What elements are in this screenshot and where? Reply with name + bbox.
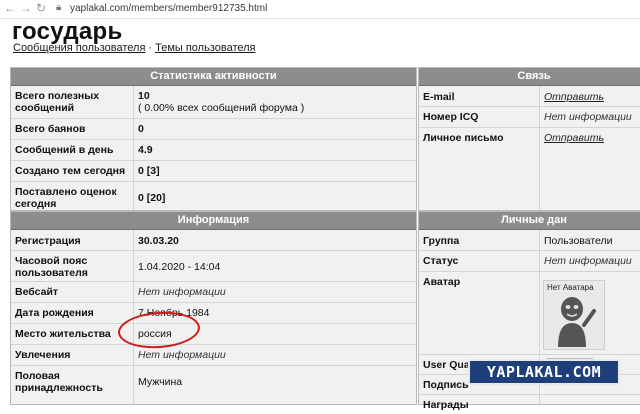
stat-value: 0 [138, 123, 144, 135]
stat-value: 10 [138, 90, 150, 102]
stat-row: Всего полезных сообщений 10 ( 0.00% всех… [11, 86, 416, 119]
avatar: Нет Аватара [543, 280, 605, 350]
user-posts-link[interactable]: Сообщения пользователя [13, 42, 145, 54]
stat-label: Создано тем сегодня [15, 165, 126, 177]
arrow-left-icon[interactable]: ← [4, 1, 16, 15]
user-links: Сообщения пользователя · Темы пользователя [13, 42, 256, 54]
info-panel: Информация Регистрация 30.03.20 Часовой … [10, 211, 417, 405]
stats-panel-title: Статистика активности [11, 68, 416, 86]
user-topics-link[interactable]: Темы пользователя [155, 42, 255, 54]
info-value: Нет информации [138, 286, 226, 298]
reload-icon[interactable]: ↻ [36, 1, 46, 15]
contact-label: Личное письмо [423, 132, 504, 144]
info-row: Дата рождения 7 Ноябрь 1984 [11, 303, 416, 324]
info-row: Регистрация 30.03.20 [11, 230, 416, 251]
personal-row: Награды [419, 395, 640, 414]
stat-value: 4.9 [138, 144, 153, 156]
info-value: Нет информации [138, 349, 226, 361]
info-row: Место жительства россия [11, 324, 416, 345]
info-value: 1.04.2020 - 14:04 [138, 261, 221, 273]
personal-row: Группа Пользователи [419, 230, 640, 251]
link-separator: · [148, 42, 153, 54]
contact-row: E-mail Отправить [419, 86, 640, 107]
contact-value: Нет информации [544, 111, 632, 123]
personal-label: Группа [423, 235, 460, 247]
stats-panel: Статистика активности Всего полезных соо… [10, 67, 417, 211]
contact-row: Личное письмо Отправить [419, 128, 640, 148]
info-row: Вебсайт Нет информации [11, 282, 416, 303]
info-label: Часовой пояс пользователя [15, 255, 88, 279]
stat-label: Сообщений в день [15, 144, 114, 156]
arrow-right-icon[interactable]: → [20, 1, 32, 15]
info-value: Мужчина [138, 376, 183, 388]
info-label: Вебсайт [15, 286, 59, 298]
personal-label: Аватар [423, 276, 461, 288]
personal-label: Награды [423, 399, 469, 411]
info-row: Часовой пояс пользователя 1.04.2020 - 14… [11, 251, 416, 282]
personal-label: Статус [423, 255, 459, 267]
no-avatar-icon [558, 297, 596, 347]
personal-label: Подпись [423, 379, 469, 391]
info-row: Половая принадлежность Мужчина [11, 366, 416, 396]
stat-row: Поставлено оценок сегодня 0 [20] [11, 182, 416, 212]
stat-label: Поставлено оценок сегодня [15, 186, 117, 210]
info-label: Место жительства [15, 328, 111, 340]
info-label: Регистрация [15, 235, 81, 247]
info-label: Половая принадлежность [15, 370, 103, 394]
stat-row: Сообщений в день 4.9 [11, 140, 416, 161]
personal-value: Пользователи [544, 235, 613, 247]
site-watermark: YAPLAKAL.COM [468, 359, 620, 385]
send-message-link[interactable]: Отправить [544, 132, 604, 144]
contact-row: Номер ICQ Нет информации [419, 107, 640, 128]
personal-panel-title: Личные дан [419, 212, 640, 230]
contact-label: E-mail [423, 91, 455, 103]
contact-panel-title: Связь [419, 68, 640, 86]
info-value: 30.03.20 [138, 235, 179, 247]
personal-row: Статус Нет информации [419, 251, 640, 272]
info-label: Увлечения [15, 349, 71, 361]
lock-icon: 🔒︎ [56, 2, 62, 13]
browser-address-bar: ← → ↻ 🔒︎ yaplakal.com/members/member9127… [0, 0, 640, 19]
url-field[interactable]: yaplakal.com/members/member912735.html [70, 3, 267, 14]
contact-label: Номер ICQ [423, 111, 479, 123]
personal-value: Нет информации [544, 255, 632, 267]
stat-label: Всего полезных сообщений [15, 90, 100, 114]
stat-label: Всего баянов [15, 123, 86, 135]
stat-row: Создано тем сегодня 0 [3] [11, 161, 416, 182]
stat-value: 0 [3] [138, 165, 160, 177]
send-email-link[interactable]: Отправить [544, 91, 604, 103]
contact-panel: Связь E-mail Отправить Номер ICQ Нет инф… [418, 67, 640, 211]
stat-row: Всего баянов 0 [11, 119, 416, 140]
info-panel-title: Информация [11, 212, 416, 230]
info-row: Увлечения Нет информации [11, 345, 416, 366]
stat-value: 0 [20] [138, 192, 166, 204]
stat-subvalue: ( 0.00% всех сообщений форума ) [138, 102, 305, 114]
info-label: Дата рождения [15, 307, 94, 319]
personal-row: Аватар Нет Аватара [419, 272, 640, 355]
